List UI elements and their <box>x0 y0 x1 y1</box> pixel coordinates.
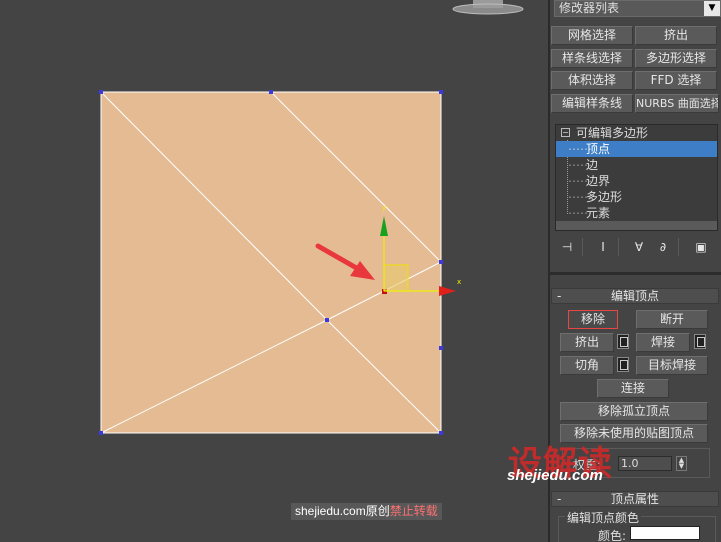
rollout-title: 顶点属性 <box>610 492 659 506</box>
gizmo-x-arrow <box>439 286 456 296</box>
chamfer-settings-icon[interactable] <box>617 357 629 372</box>
spline-select-button[interactable]: 样条线选择 <box>551 49 633 68</box>
stack-root-label: 可编辑多边形 <box>576 126 649 140</box>
modifier-list-dropdown[interactable]: 修改器列表 ▼ <box>554 0 721 17</box>
poly-select-button[interactable]: 多边形选择 <box>635 49 717 68</box>
stack-toolbar: ⊣ Ⅰ ∀ ∂ ▣ <box>556 238 716 258</box>
vertex <box>269 90 273 94</box>
modifier-list-label: 修改器列表 <box>559 1 620 15</box>
vertex <box>439 431 443 435</box>
weld-settings-icon[interactable] <box>694 334 706 349</box>
gizmo-y-label: y <box>382 204 386 212</box>
stack-item-label: 顶点 <box>586 142 611 156</box>
chamfer-button[interactable]: 切角 <box>560 356 614 375</box>
extrude-settings-icon[interactable] <box>617 334 629 349</box>
color-label: 颜色: <box>598 529 627 542</box>
vertex <box>99 90 103 94</box>
stack-item-vertex[interactable]: ⋯⋯ 顶点 <box>556 141 717 157</box>
chevron-down-icon[interactable]: ▼ <box>704 1 720 16</box>
vertex-color-swatch[interactable] <box>630 526 700 540</box>
volume-select-button[interactable]: 体积选择 <box>551 71 633 90</box>
target-weld-button[interactable]: 目标焊接 <box>636 356 708 375</box>
gizmo-xy-plane <box>383 264 409 292</box>
stack-scrollbar[interactable] <box>556 221 717 230</box>
stack-item-label: 边 <box>586 158 599 172</box>
rollout-collapse-icon[interactable]: - <box>557 492 561 506</box>
pin-stack-icon[interactable]: ⊣ <box>560 240 574 254</box>
configure-modifier-sets-icon[interactable]: ▣ <box>694 240 708 254</box>
weight-spinner-arrows[interactable]: ▲ ▼ <box>676 456 687 471</box>
watermark-url: shejiedu.com <box>507 467 603 484</box>
vertex <box>439 346 443 350</box>
mesh-select-button[interactable]: 网格选择 <box>551 26 633 45</box>
edit-vertex-color-label: 编辑顶点颜色 <box>565 509 642 526</box>
vertex-properties-rollout-header[interactable]: - 顶点属性 <box>551 491 719 507</box>
remove-isolated-vertices-button[interactable]: 移除孤立顶点 <box>560 402 708 421</box>
extrude-button[interactable]: 挤出 <box>560 333 614 352</box>
nurbs-surface-select-button[interactable]: NURBS 曲面选择 <box>635 94 719 113</box>
make-unique-icon[interactable]: ∀ <box>632 240 646 254</box>
vertex <box>439 260 443 264</box>
modifier-stack[interactable]: − 可编辑多边形 ⋯⋯ 顶点 ⋯⋯ 边 ⋯⋯ 边界 ⋯⋯ 多边形 ⋯⋯ 元素 <box>555 124 718 231</box>
collapse-icon[interactable]: − <box>561 128 570 137</box>
gizmo-x-label: x <box>457 278 461 286</box>
stack-item-label: 多边形 <box>586 190 623 204</box>
stack-item-edge[interactable]: ⋯⋯ 边 <box>556 157 717 173</box>
stack-root-item[interactable]: − 可编辑多边形 <box>556 125 717 141</box>
viewport-canvas[interactable]: x y <box>0 0 548 542</box>
weld-button[interactable]: 焊接 <box>636 333 690 352</box>
stack-item-polygon[interactable]: ⋯⋯ 多边形 <box>556 189 717 205</box>
stack-item-border[interactable]: ⋯⋯ 边界 <box>556 173 717 189</box>
remove-modifier-icon[interactable]: ∂ <box>656 240 670 254</box>
connect-button[interactable]: 连接 <box>597 379 669 398</box>
stack-item-label: 边界 <box>586 174 611 188</box>
stack-item-element[interactable]: ⋯⋯ 元素 <box>556 205 717 221</box>
extrude-modifier-button[interactable]: 挤出 <box>635 26 717 45</box>
copyright-caption: shejiedu.com原创禁止转载 <box>291 503 442 520</box>
edit-vertices-rollout-header[interactable]: - 编辑顶点 <box>551 288 719 304</box>
vertex <box>325 318 329 322</box>
caption-notice: 禁止转载 <box>389 504 438 518</box>
edit-spline-button[interactable]: 编辑样条线 <box>551 94 633 113</box>
caption-site: shejiedu.com原创 <box>295 504 390 518</box>
vertex <box>439 90 443 94</box>
show-end-result-icon[interactable]: Ⅰ <box>596 240 610 254</box>
rollout-title: 编辑顶点 <box>610 289 659 303</box>
break-button[interactable]: 断开 <box>636 310 708 329</box>
remove-button[interactable]: 移除 <box>568 310 618 329</box>
viewport-perspective[interactable]: x y shejiedu.com原创禁止转载 <box>0 0 548 542</box>
stack-item-label: 元素 <box>586 206 611 220</box>
panel-divider <box>549 272 721 275</box>
rollout-collapse-icon[interactable]: - <box>557 289 561 303</box>
vertex <box>99 431 103 435</box>
weight-spinner[interactable]: 1.0 <box>618 456 672 471</box>
ffd-select-button[interactable]: FFD 选择 <box>635 71 717 90</box>
